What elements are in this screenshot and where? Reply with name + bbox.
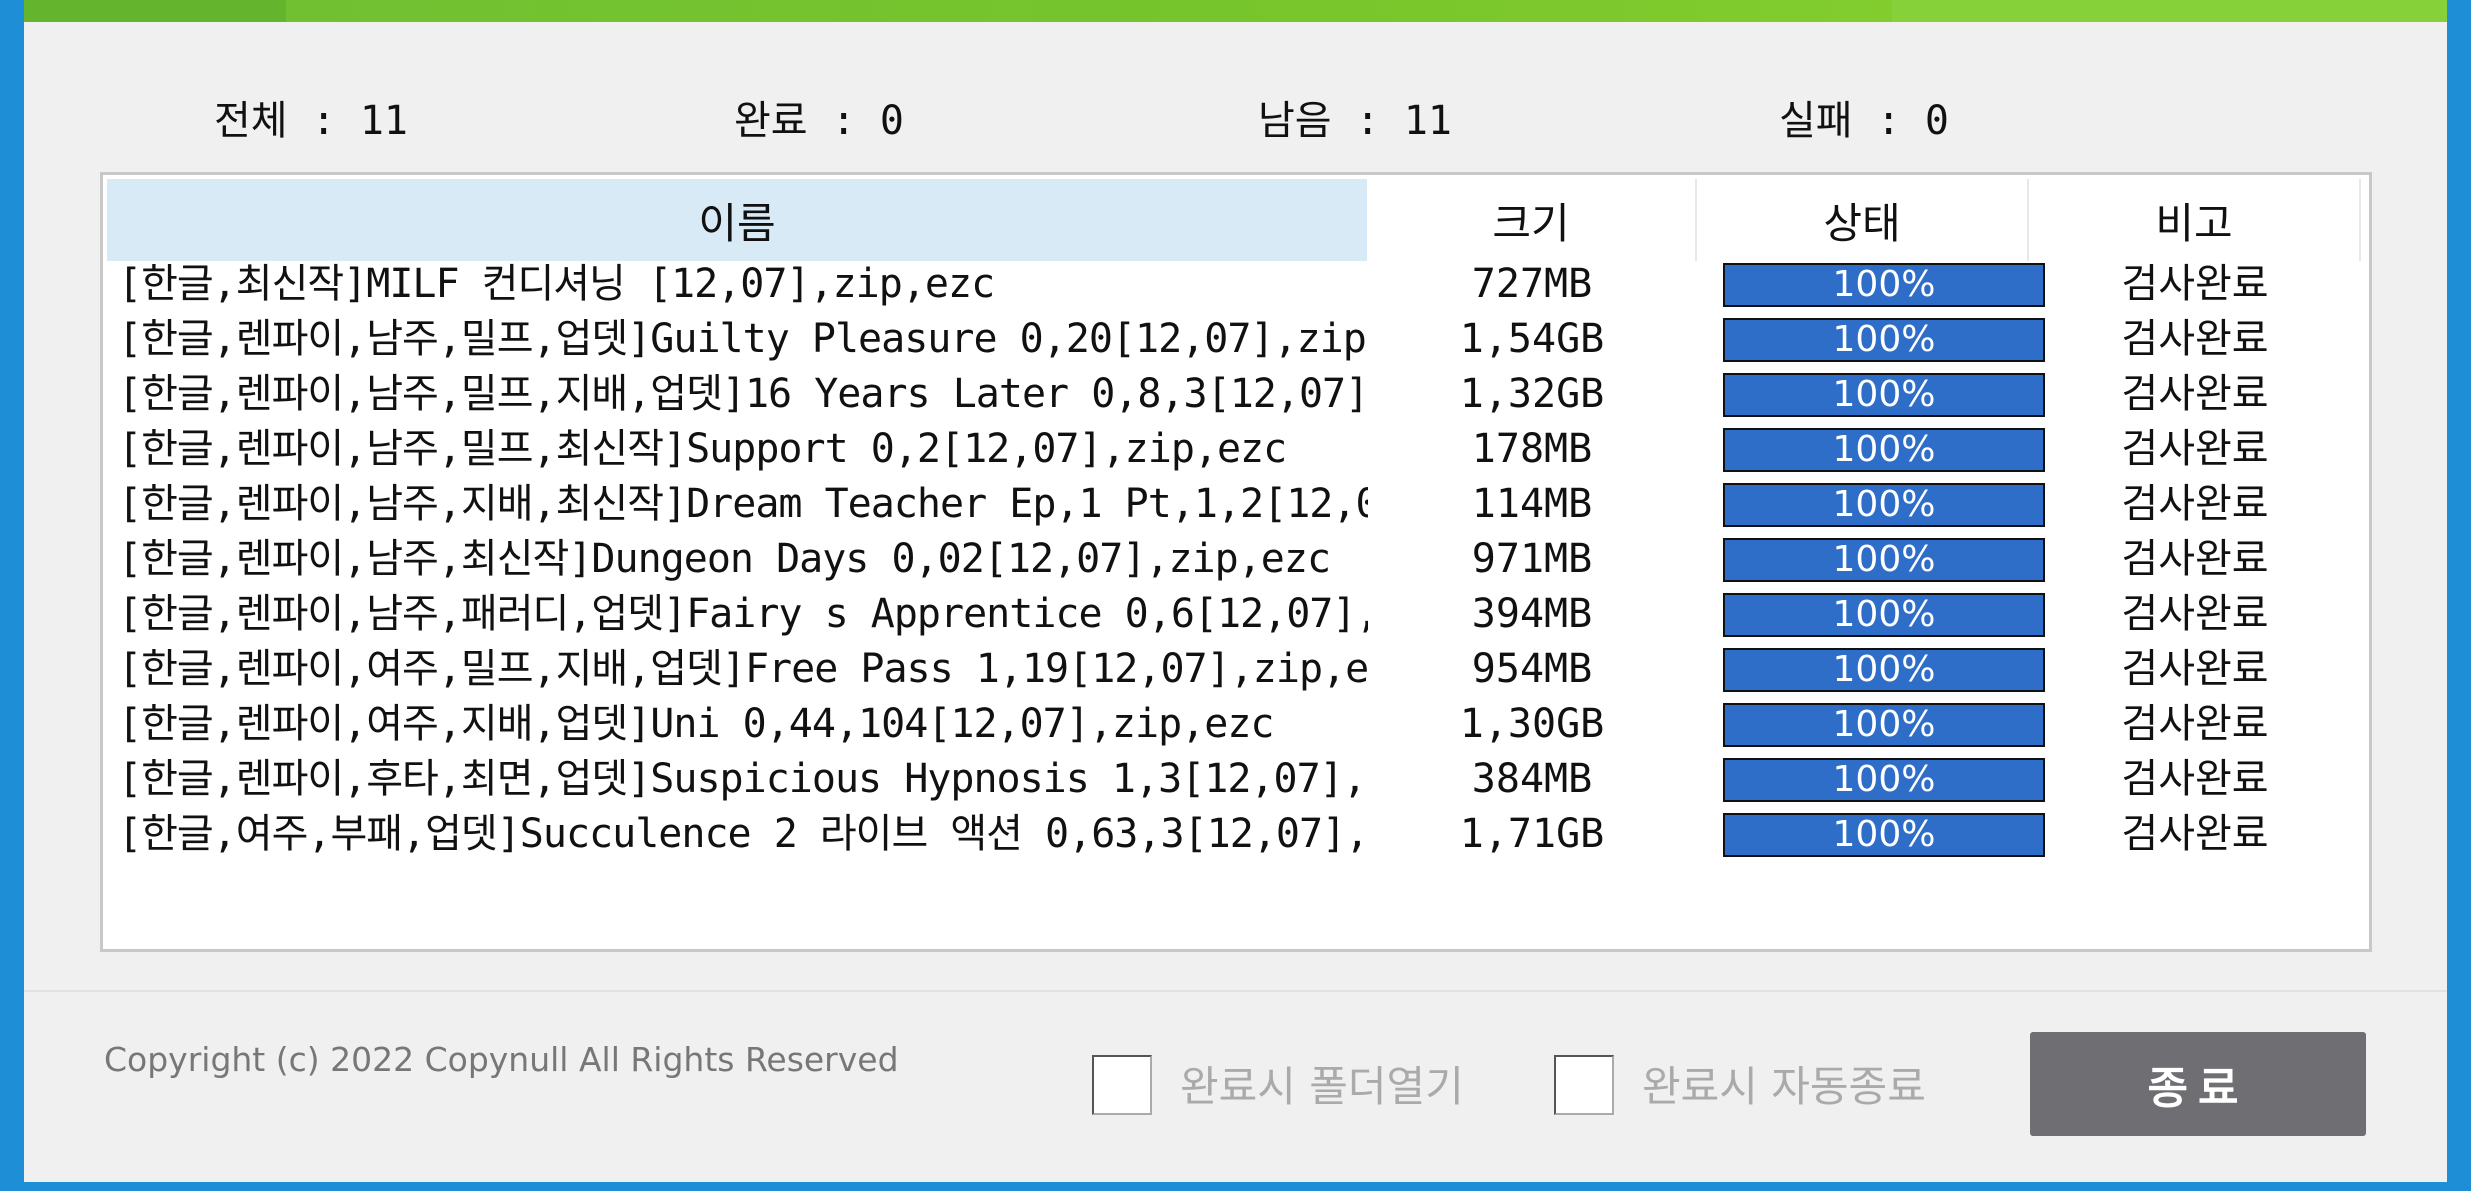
file-size: 954MB bbox=[1471, 646, 1593, 692]
progress-text: 100% bbox=[1832, 539, 1936, 580]
file-list[interactable]: 이름 크기 상태 비고 [한글,최신작]MILF 컨디셔닝 [12,07],zi… bbox=[100, 172, 2372, 952]
file-size: 394MB bbox=[1471, 591, 1593, 637]
file-name: [한글,렌파이,후타,최면,업뎃]Suspicious Hypnosis 1,3… bbox=[118, 756, 1368, 802]
progress-bar: 100% bbox=[1723, 813, 2045, 857]
progress-text: 100% bbox=[1832, 704, 1936, 745]
file-note: 검사완료 bbox=[2121, 701, 2269, 747]
file-note: 검사완료 bbox=[2121, 646, 2269, 692]
progress-track: 100% bbox=[1725, 595, 2043, 635]
progress-track: 100% bbox=[1725, 430, 2043, 470]
progress-bar: 100% bbox=[1723, 593, 2045, 637]
progress-text: 100% bbox=[1832, 814, 1936, 855]
progress-track: 100% bbox=[1725, 265, 2043, 305]
progress-text: 100% bbox=[1832, 594, 1936, 635]
file-name: [한글,렌파이,여주,밀프,지배,업뎃]Free Pass 1,19[12,07… bbox=[118, 646, 1368, 692]
file-name: [한글,여주,부패,업뎃]Succulence 2 라이브 액션 0,63,3[… bbox=[118, 811, 1368, 857]
progress-text: 100% bbox=[1832, 649, 1936, 690]
progress-bar: 100% bbox=[1723, 428, 2045, 472]
file-size: 114MB bbox=[1471, 481, 1593, 527]
progress-track: 100% bbox=[1725, 540, 2043, 580]
progress-bar: 100% bbox=[1723, 263, 2045, 307]
table-row[interactable]: [한글,렌파이,후타,최면,업뎃]Suspicious Hypnosis 1,3… bbox=[103, 752, 2369, 807]
progress-text: 100% bbox=[1832, 264, 1936, 305]
column-header-note[interactable]: 비고 bbox=[2029, 179, 2361, 261]
file-name: [한글,렌파이,남주,밀프,최신작]Support 0,2[12,07],zip… bbox=[118, 426, 1287, 472]
file-name: [한글,렌파이,여주,지배,업뎃]Uni 0,44,104[12,07],zip… bbox=[118, 701, 1275, 747]
progress-text: 100% bbox=[1832, 374, 1936, 415]
file-size: 1,71GB bbox=[1459, 811, 1605, 857]
progress-track: 100% bbox=[1725, 485, 2043, 525]
progress-bar: 100% bbox=[1723, 373, 2045, 417]
column-header-status[interactable]: 상태 bbox=[1697, 179, 2029, 261]
file-size: 971MB bbox=[1471, 536, 1593, 582]
progress-track: 100% bbox=[1725, 815, 2043, 855]
table-row[interactable]: [한글,렌파이,남주,지배,최신작]Dream Teacher Ep,1 Pt,… bbox=[103, 477, 2369, 532]
file-note: 검사완료 bbox=[2121, 756, 2269, 802]
table-row[interactable]: [한글,렌파이,여주,밀프,지배,업뎃]Free Pass 1,19[12,07… bbox=[103, 642, 2369, 697]
table-row[interactable]: [한글,렌파이,남주,패러디,업뎃]Fairy s Apprentice 0,6… bbox=[103, 587, 2369, 642]
progress-text: 100% bbox=[1832, 319, 1936, 360]
file-name: [한글,렌파이,남주,밀프,업뎃]Guilty Pleasure 0,20[12… bbox=[118, 316, 1368, 362]
file-size: 384MB bbox=[1471, 756, 1593, 802]
table-row[interactable]: [한글,최신작]MILF 컨디셔닝 [12,07],zip,ezc 727MB 10… bbox=[103, 257, 2369, 312]
open-folder-checkbox[interactable] bbox=[1092, 1055, 1152, 1115]
auto-exit-checkbox[interactable] bbox=[1554, 1055, 1614, 1115]
table-row[interactable]: [한글,렌파이,남주,밀프,업뎃]Guilty Pleasure 0,20[12… bbox=[103, 312, 2369, 367]
table-row[interactable]: [한글,렌파이,남주,최신작]Dungeon Days 0,02[12,07],… bbox=[103, 532, 2369, 587]
file-name: [한글,렌파이,남주,지배,최신작]Dream Teacher Ep,1 Pt,… bbox=[118, 481, 1368, 527]
stat-failed: 실패 : 0 bbox=[1779, 98, 1949, 144]
progress-track: 100% bbox=[1725, 320, 2043, 360]
table-row[interactable]: [한글,렌파이,남주,밀프,지배,업뎃]16 Years Later 0,8,3… bbox=[103, 367, 2369, 422]
file-note: 검사완료 bbox=[2121, 261, 2269, 307]
progress-track: 100% bbox=[1725, 650, 2043, 690]
file-size: 178MB bbox=[1471, 426, 1593, 472]
progress-bar: 100% bbox=[1723, 483, 2045, 527]
progress-bar: 100% bbox=[1723, 758, 2045, 802]
file-size: 1,30GB bbox=[1459, 701, 1605, 747]
copyright-text: Copyright (c) 2022 Copynull All Rights R… bbox=[104, 1040, 899, 1079]
top-progress-bar bbox=[24, 0, 2447, 22]
progress-track: 100% bbox=[1725, 705, 2043, 745]
file-size: 1,32GB bbox=[1459, 371, 1605, 417]
file-size: 727MB bbox=[1471, 261, 1593, 307]
progress-text: 100% bbox=[1832, 484, 1936, 525]
progress-text: 100% bbox=[1832, 759, 1936, 800]
column-header-name[interactable]: 이름 bbox=[107, 179, 1367, 261]
file-note: 검사완료 bbox=[2121, 536, 2269, 582]
file-note: 검사완료 bbox=[2121, 426, 2269, 472]
downloader-window: 전체 : 11 완료 : 0 남음 : 11 실패 : 0 이름 크기 상태 비… bbox=[24, 0, 2447, 1182]
file-name: [한글,렌파이,남주,패러디,업뎃]Fairy s Apprentice 0,6… bbox=[118, 591, 1368, 637]
file-note: 검사완료 bbox=[2121, 481, 2269, 527]
exit-button[interactable]: 종료 bbox=[2030, 1032, 2366, 1136]
top-bar-segment-left bbox=[24, 0, 286, 22]
file-size: 1,54GB bbox=[1459, 316, 1605, 362]
table-row[interactable]: [한글,렌파이,여주,지배,업뎃]Uni 0,44,104[12,07],zip… bbox=[103, 697, 2369, 752]
file-note: 검사완료 bbox=[2121, 316, 2269, 362]
auto-exit-label[interactable]: 완료시 자동종료 bbox=[1642, 1053, 1926, 1114]
file-note: 검사완료 bbox=[2121, 591, 2269, 637]
footer-divider bbox=[24, 990, 2447, 992]
file-note: 검사완료 bbox=[2121, 371, 2269, 417]
progress-track: 100% bbox=[1725, 375, 2043, 415]
progress-bar: 100% bbox=[1723, 648, 2045, 692]
file-name: [한글,렌파이,남주,밀프,지배,업뎃]16 Years Later 0,8,3… bbox=[118, 371, 1368, 417]
column-header-size[interactable]: 크기 bbox=[1367, 179, 1697, 261]
progress-text: 100% bbox=[1832, 429, 1936, 470]
progress-bar: 100% bbox=[1723, 318, 2045, 362]
stat-total: 전체 : 11 bbox=[214, 98, 409, 144]
open-folder-label[interactable]: 완료시 폴더열기 bbox=[1180, 1053, 1464, 1114]
table-row[interactable]: [한글,여주,부패,업뎃]Succulence 2 라이브 액션 0,63,3[… bbox=[103, 807, 2369, 862]
stat-done: 완료 : 0 bbox=[734, 98, 904, 144]
file-name: [한글,렌파이,남주,최신작]Dungeon Days 0,02[12,07],… bbox=[118, 536, 1331, 582]
file-note: 검사완료 bbox=[2121, 811, 2269, 857]
progress-track: 100% bbox=[1725, 760, 2043, 800]
top-bar-segment-right bbox=[1892, 0, 2447, 22]
progress-bar: 100% bbox=[1723, 703, 2045, 747]
progress-bar: 100% bbox=[1723, 538, 2045, 582]
file-name: [한글,최신작]MILF 컨디셔닝 [12,07],zip,ezc bbox=[118, 261, 995, 307]
stat-remaining: 남음 : 11 bbox=[1258, 98, 1453, 144]
table-row[interactable]: [한글,렌파이,남주,밀프,최신작]Support 0,2[12,07],zip… bbox=[103, 422, 2369, 477]
